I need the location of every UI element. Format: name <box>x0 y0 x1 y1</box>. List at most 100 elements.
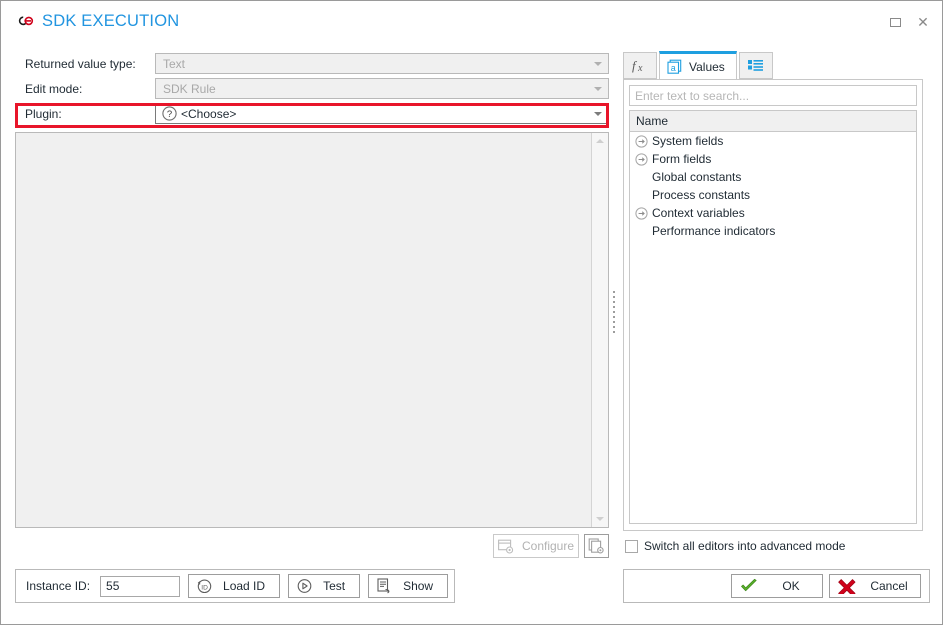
dialog-button-bar: OK Cancel <box>623 569 930 603</box>
advanced-mode-checkbox[interactable] <box>625 539 638 553</box>
advanced-mode-label: Switch all editors into advanced mode <box>644 539 846 553</box>
right-values-panel: f x a Values Enter text to search... Nam… <box>623 51 923 531</box>
instance-id-label: Instance ID: <box>26 579 91 593</box>
scroll-up-button[interactable] <box>592 133 608 149</box>
load-id-button[interactable]: ID Load ID <box>188 574 281 598</box>
sdk-execution-dialog: SDK EXECUTION ✕ Returned value type: Tex… <box>0 0 943 625</box>
ok-button-label: OK <box>782 579 800 593</box>
svg-text:x: x <box>637 63 643 74</box>
list-item-label: Process constants <box>652 188 751 202</box>
maximize-button[interactable] <box>888 15 902 29</box>
svg-text:?: ? <box>167 109 172 120</box>
configure-button[interactable]: Configure <box>493 534 579 558</box>
expand-arrow-icon[interactable] <box>635 152 648 166</box>
panel-splitter-handle[interactable] <box>611 291 616 335</box>
list-item-label: System fields <box>652 134 724 148</box>
splitter-dot <box>612 311 615 313</box>
chevron-down-icon <box>594 86 602 91</box>
svg-text:ID: ID <box>201 584 208 591</box>
tab-values-label: Values <box>689 59 725 74</box>
form-row-returned-value-type: Returned value type: Text <box>15 51 609 76</box>
script-editor-canvas[interactable] <box>16 133 591 527</box>
configure-options-button[interactable] <box>584 534 609 558</box>
list-item[interactable]: Performance indicators <box>630 222 916 240</box>
splitter-dot <box>612 316 615 318</box>
returned-value-type-value: Text <box>163 56 186 71</box>
cancel-button[interactable]: Cancel <box>829 574 921 598</box>
expand-arrow-icon[interactable] <box>635 134 648 148</box>
list-item[interactable]: Form fields <box>630 150 916 168</box>
list-item[interactable]: System fields <box>630 132 916 150</box>
triangle-down-icon <box>596 517 604 521</box>
tab-functions[interactable]: f x <box>623 52 657 79</box>
edit-mode-combo[interactable]: SDK Rule <box>155 78 609 99</box>
right-panel-tabstrip: f x a Values <box>623 51 923 79</box>
splitter-dot <box>612 291 615 293</box>
plugin-label: Plugin: <box>25 106 62 121</box>
chevron-down-icon <box>594 61 602 66</box>
close-button[interactable]: ✕ <box>916 15 930 29</box>
advanced-mode-row[interactable]: Switch all editors into advanced mode <box>625 539 845 553</box>
configure-row: Configure <box>15 533 609 559</box>
script-editor-area[interactable] <box>15 132 609 528</box>
window-gear-icon <box>498 539 514 554</box>
document-arrow-icon <box>376 578 393 594</box>
title-group: SDK EXECUTION <box>17 12 179 30</box>
search-input[interactable] <box>629 85 917 106</box>
expand-arrow-icon[interactable] <box>635 206 648 220</box>
instance-toolbar: Instance ID: ID Load ID Test <box>15 569 455 603</box>
form-row-plugin: Plugin: ? <Choose> <box>15 101 609 126</box>
configure-button-label: Configure <box>521 539 575 553</box>
tab-values[interactable]: a Values <box>659 51 737 79</box>
splitter-dot <box>612 296 615 298</box>
triangle-up-icon <box>596 139 604 143</box>
form-row-edit-mode: Edit mode: SDK Rule <box>15 76 609 101</box>
plugin-combo[interactable]: ? <Choose> <box>155 103 609 124</box>
grid-column-header-name: Name <box>630 111 916 132</box>
editor-vertical-scrollbar[interactable] <box>591 133 608 527</box>
values-grid: Name System fields Form fields Global co… <box>629 110 917 524</box>
scroll-down-button[interactable] <box>592 511 608 527</box>
splitter-dot <box>612 301 615 303</box>
green-check-icon <box>740 578 758 594</box>
list-item[interactable]: Context variables <box>630 204 916 222</box>
ok-button[interactable]: OK <box>731 574 823 598</box>
splitter-dot <box>612 331 615 333</box>
returned-value-type-combo[interactable]: Text <box>155 53 609 74</box>
form-rows: Returned value type: Text Edit mode: SDK… <box>15 51 609 126</box>
values-tab-body: Name System fields <box>623 79 923 531</box>
chevron-down-icon <box>594 111 602 116</box>
edit-mode-value: SDK Rule <box>163 81 216 96</box>
tab-list[interactable] <box>739 52 773 79</box>
test-button[interactable]: Test <box>288 574 361 598</box>
values-card-icon: a <box>667 59 684 75</box>
load-id-button-label: Load ID <box>223 579 266 593</box>
cancel-button-label: Cancel <box>870 579 908 593</box>
splitter-dot <box>612 326 615 328</box>
page-title: SDK EXECUTION <box>42 12 180 30</box>
values-tree: System fields Form fields Global constan… <box>630 132 916 240</box>
maximize-icon <box>889 17 901 27</box>
edit-mode-label: Edit mode: <box>25 81 83 96</box>
list-grid-icon <box>747 58 765 74</box>
show-button[interactable]: Show <box>368 574 449 598</box>
splitter-dot <box>612 306 615 308</box>
red-cross-icon <box>838 578 856 594</box>
question-mark-icon: ? <box>162 106 177 121</box>
list-item-label: Form fields <box>652 152 712 166</box>
window-controls: ✕ <box>888 15 930 29</box>
svg-text:a: a <box>671 63 676 73</box>
test-button-label: Test <box>323 579 346 593</box>
show-button-label: Show <box>403 579 434 593</box>
list-item[interactable]: Process constants <box>630 186 916 204</box>
instance-id-input[interactable] <box>100 575 181 597</box>
close-icon: ✕ <box>917 14 929 30</box>
function-fx-icon: f x <box>631 57 649 74</box>
document-gear-icon <box>588 538 605 554</box>
list-item[interactable]: Global constants <box>630 168 916 186</box>
link-chain-icon <box>17 13 35 29</box>
title-bar: SDK EXECUTION ✕ <box>1 1 942 41</box>
